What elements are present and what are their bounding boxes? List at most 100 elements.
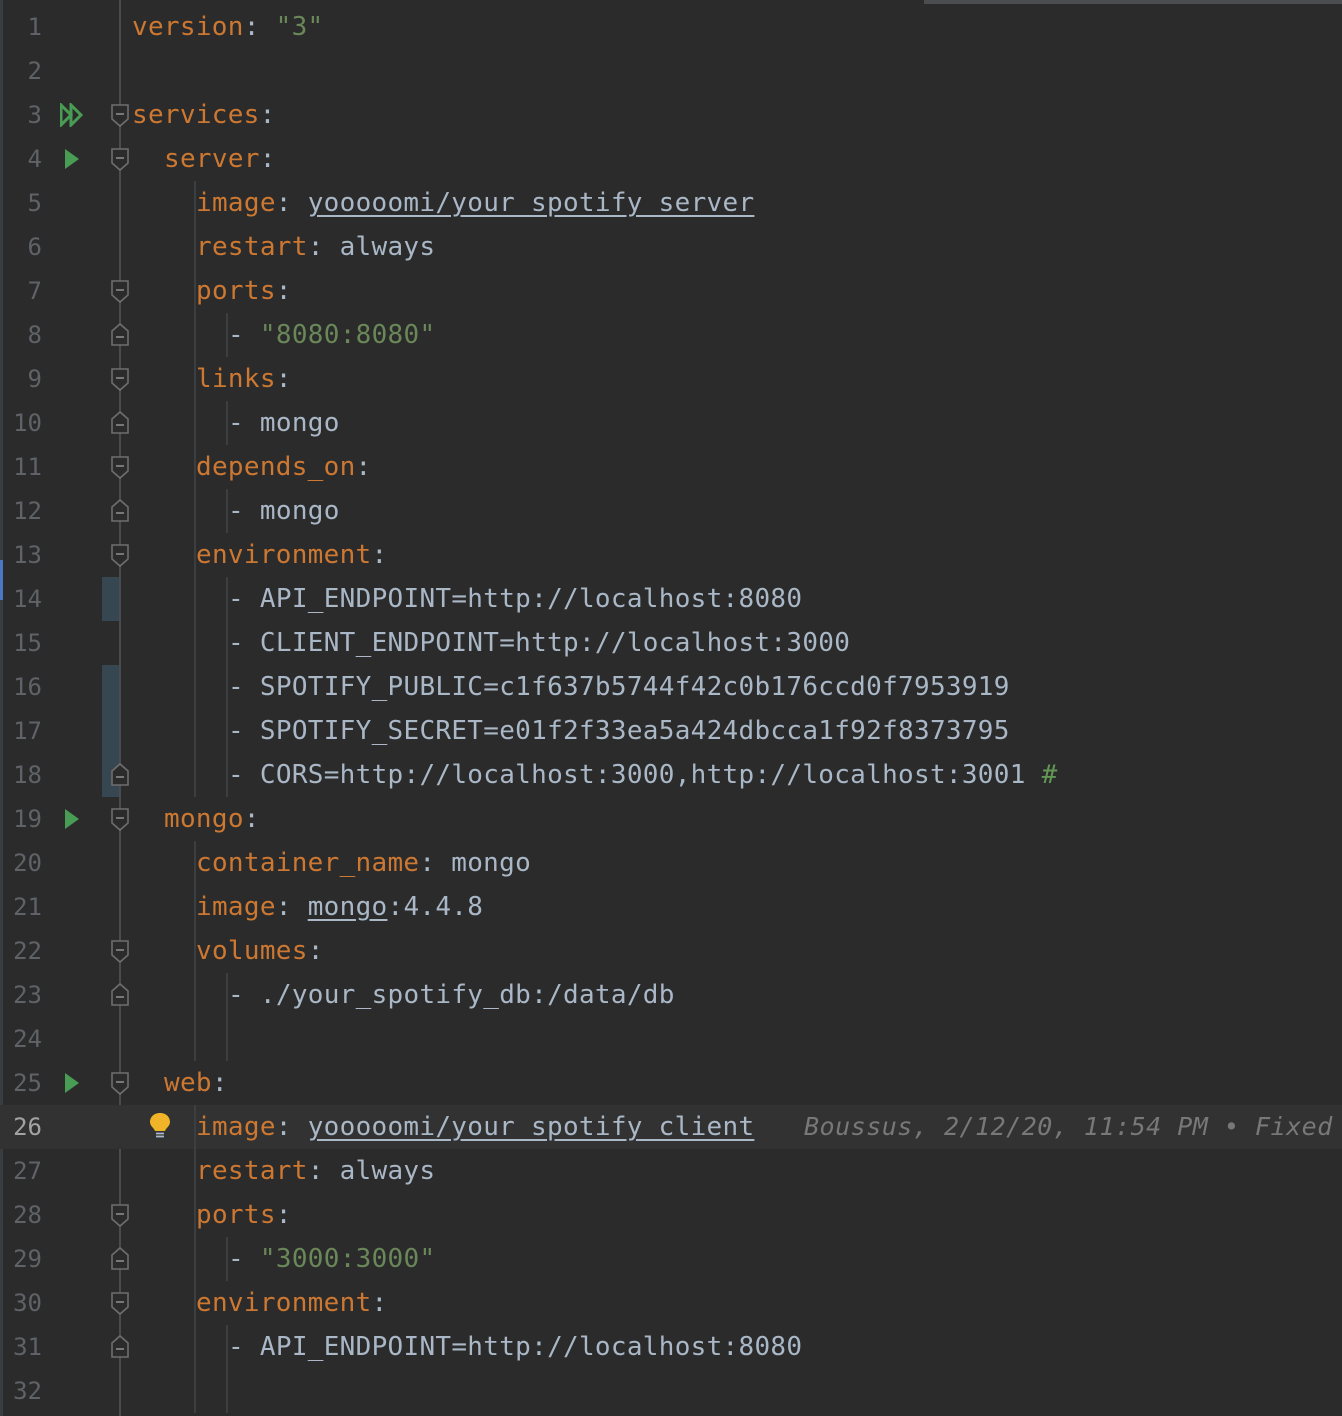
code-line[interactable]: 31 - API_ENDPOINT=http://localhost:8080 [0,1325,1342,1369]
code-line[interactable]: 17 - SPOTIFY_SECRET=e01f2f33ea5a424dbcca1… [0,709,1342,753]
yaml-key: image [196,892,276,922]
run-icon[interactable] [60,807,86,831]
code-text[interactable]: depends_on: [196,451,372,483]
code-line[interactable]: 13 environment: [0,533,1342,577]
code-text[interactable]: version: "3" [132,11,323,43]
code-line[interactable]: 18 - CORS=http://localhost:3000,http://lo… [0,753,1342,797]
code-text[interactable]: environment: [196,539,387,571]
code-line[interactable]: 15 - CLIENT_ENDPOINT=http://localhost:300… [0,621,1342,665]
yaml-value: - [228,1244,260,1274]
code-line[interactable]: 2 [0,49,1342,93]
fold-open-icon[interactable] [110,453,130,481]
code-text[interactable]: - "3000:3000" [228,1243,435,1275]
code-line[interactable]: 3 services: [0,93,1342,137]
fold-end-icon[interactable] [110,761,130,789]
code-text[interactable]: - CLIENT_ENDPOINT=http://localhost:3000 [228,627,850,659]
code-line[interactable]: 5 image: yooooomi/your_spotify_server [0,181,1342,225]
code-line[interactable]: 24 [0,1017,1342,1061]
image-reference[interactable]: yooooomi/your_spotify_server [308,188,755,218]
code-text[interactable]: - "8080:8080" [228,319,435,351]
code-text[interactable]: - mongo [228,495,340,527]
line-number: 13 [13,541,42,569]
fold-open-icon[interactable] [110,1201,130,1229]
fold-end-icon[interactable] [110,1333,130,1361]
code-line[interactable]: 23 - ./your_spotify_db:/data/db [0,973,1342,1017]
run-all-icon[interactable] [60,103,86,127]
yaml-value: : [275,276,292,306]
code-editor[interactable]: 1 version: "3" 2 3 services: 4 server: 5 image: … [0,0,1342,1416]
code-text[interactable]: - API_ENDPOINT=http://localhost:8080 [228,1331,802,1363]
code-line[interactable]: 9 links: [0,357,1342,401]
vcs-change-marker[interactable] [102,665,119,709]
code-line[interactable]: 21 image: mongo:4.4.8 [0,885,1342,929]
fold-open-icon[interactable] [110,277,130,305]
code-text[interactable]: - CORS=http://localhost:3000,http://loca… [228,759,1058,791]
fold-open-icon[interactable] [110,1289,130,1317]
code-line[interactable]: 6 restart: always [0,225,1342,269]
code-line[interactable]: 10 - mongo [0,401,1342,445]
fold-end-icon[interactable] [110,321,130,349]
image-reference[interactable]: yooooomi/your_spotify_client [308,1112,755,1142]
code-text[interactable]: - ./your_spotify_db:/data/db [228,979,675,1011]
code-line[interactable]: 26 image: yooooomi/your_spotify_client Bou… [0,1105,1342,1149]
fold-open-icon[interactable] [110,1069,130,1097]
fold-open-icon[interactable] [110,101,130,129]
run-icon[interactable] [60,147,86,171]
code-text[interactable]: image: yooooomi/your_spotify_server [196,187,754,219]
fold-open-icon[interactable] [110,145,130,173]
code-line[interactable]: 11 depends_on: [0,445,1342,489]
fold-end-icon[interactable] [110,497,130,525]
code-line[interactable]: 28 ports: [0,1193,1342,1237]
code-line[interactable]: 32 [0,1369,1342,1413]
code-text[interactable]: web: [164,1067,228,1099]
vcs-change-marker[interactable] [102,709,119,753]
fold-end-icon[interactable] [110,981,130,1009]
line-number: 28 [13,1201,42,1229]
code-text[interactable]: restart: always [196,231,435,263]
fold-open-icon[interactable] [110,937,130,965]
code-text[interactable]: links: [196,363,292,395]
code-text[interactable]: container_name: mongo [196,847,531,879]
code-text[interactable]: restart: always [196,1155,435,1187]
code-line[interactable]: 7 ports: [0,269,1342,313]
code-line[interactable]: 4 server: [0,137,1342,181]
code-text[interactable]: - API_ENDPOINT=http://localhost:8080 [228,583,802,615]
code-text[interactable]: - SPOTIFY_SECRET=e01f2f33ea5a424dbcca1f9… [228,715,1010,747]
yaml-value: - SPOTIFY_SECRET=e01f2f33ea5a424dbcca1f9… [228,716,1010,746]
code-text[interactable]: - mongo [228,407,340,439]
code-line[interactable]: 1 version: "3" [0,5,1342,49]
code-line[interactable]: 8 - "8080:8080" [0,313,1342,357]
code-text[interactable]: volumes: [196,935,324,967]
code-text[interactable]: services: [132,99,276,131]
code-line[interactable]: 19 mongo: [0,797,1342,841]
fold-open-icon[interactable] [110,365,130,393]
fold-open-icon[interactable] [110,541,130,569]
code-line[interactable]: 22 volumes: [0,929,1342,973]
code-text[interactable]: image: yooooomi/your_spotify_client [196,1111,754,1143]
code-line[interactable]: 16 - SPOTIFY_PUBLIC=c1f637b5744f42c0b176c… [0,665,1342,709]
code-line[interactable]: 30 environment: [0,1281,1342,1325]
code-text[interactable]: ports: [196,275,292,307]
yaml-value: : [259,100,276,130]
code-line[interactable]: 25 web: [0,1061,1342,1105]
code-line[interactable]: 29 - "3000:3000" [0,1237,1342,1281]
fold-end-icon[interactable] [110,1245,130,1273]
fold-end-icon[interactable] [110,409,130,437]
code-text[interactable]: ports: [196,1199,292,1231]
code-line[interactable]: 20 container_name: mongo [0,841,1342,885]
code-line[interactable]: 27 restart: always [0,1149,1342,1193]
code-text[interactable]: mongo: [164,803,260,835]
intention-bulb-icon[interactable] [148,1111,172,1141]
run-icon[interactable] [60,1071,86,1095]
code-text[interactable]: - SPOTIFY_PUBLIC=c1f637b5744f42c0b176ccd… [228,671,1010,703]
git-blame-annotation[interactable]: Boussus, 2/12/20, 11:54 PM • Fixed [804,1111,1333,1143]
image-reference[interactable]: mongo [308,892,388,922]
code-text[interactable]: image: mongo:4.4.8 [196,891,483,923]
code-line[interactable]: 12 - mongo [0,489,1342,533]
code-text[interactable]: server: [164,143,276,175]
fold-open-icon[interactable] [110,805,130,833]
code-line[interactable]: 14 - API_ENDPOINT=http://localhost:8080 [0,577,1342,621]
line-number: 3 [27,101,42,129]
vcs-change-marker[interactable] [102,577,119,621]
code-text[interactable]: environment: [196,1287,387,1319]
